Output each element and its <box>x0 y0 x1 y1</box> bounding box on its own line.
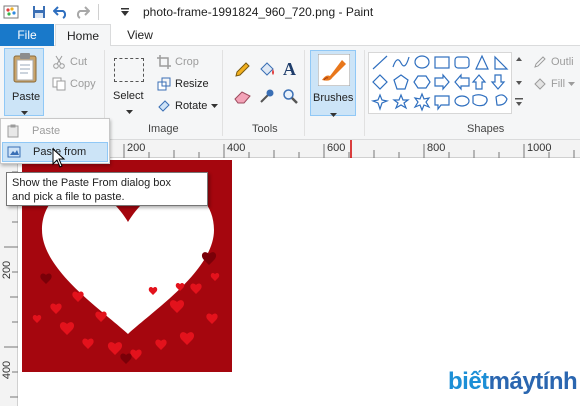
select-dropdown-arrow-icon <box>126 104 133 118</box>
group-divider <box>364 50 365 136</box>
image-group-label: Image <box>148 123 179 135</box>
rotate-icon <box>156 98 172 114</box>
tools-group-label: Tools <box>252 123 278 135</box>
fill-dropdown-arrow-icon <box>568 78 576 90</box>
brush-icon <box>317 53 351 89</box>
watermark-logo: biếtmáytính <box>448 368 578 396</box>
magnifier-icon[interactable] <box>282 88 298 107</box>
fill-button[interactable]: Fill <box>532 76 576 92</box>
ruler-label: 1000 <box>527 142 552 154</box>
resize-label: Resize <box>175 78 209 90</box>
watermark-part-1: biết <box>448 368 489 395</box>
pencil-icon[interactable] <box>234 62 250 81</box>
rotate-dropdown-arrow-icon <box>211 100 219 112</box>
copy-button[interactable]: Copy <box>51 76 96 92</box>
tab-home[interactable]: Home <box>55 24 111 47</box>
vruler-label: 200 <box>1 260 14 280</box>
crop-label: Crop <box>175 56 199 68</box>
text-tool-icon[interactable]: A <box>283 59 296 80</box>
copy-icon <box>51 76 67 92</box>
outline-button[interactable]: Outli <box>532 54 574 70</box>
paste-dropdown-arrow-icon <box>21 105 28 119</box>
group-divider <box>304 50 305 136</box>
resize-icon <box>156 76 172 92</box>
select-button[interactable]: Select <box>110 48 148 116</box>
fill-icon <box>532 76 548 92</box>
cut-button[interactable]: Cut <box>51 54 87 70</box>
outline-label: Outli <box>551 56 574 68</box>
shapes-scroll[interactable] <box>514 54 524 112</box>
copy-label: Copy <box>70 78 96 90</box>
resize-button[interactable]: Resize <box>156 76 209 92</box>
paste-menu-item[interactable]: Paste <box>2 121 108 141</box>
eraser-icon[interactable] <box>234 90 252 107</box>
brushes-button[interactable]: Brushes <box>310 50 356 117</box>
mouse-cursor-icon <box>52 147 66 171</box>
vruler-label: 400 <box>1 360 14 380</box>
select-rectangle-icon <box>114 58 144 82</box>
rotate-button[interactable]: Rotate <box>156 98 219 114</box>
color-picker-icon[interactable] <box>259 88 275 107</box>
undo-icon[interactable] <box>52 3 70 21</box>
cut-label: Cut <box>70 56 88 68</box>
clipboard-icon <box>13 53 37 86</box>
paste-label: Paste <box>12 91 41 103</box>
clipboard-small-icon <box>2 124 24 138</box>
tooltip-line-2: and pick a file to paste. <box>12 191 125 203</box>
tab-file[interactable]: File <box>0 24 54 46</box>
tooltip-line-1: Show the Paste From dialog box <box>12 177 171 189</box>
tooltip: Show the Paste From dialog box and pick … <box>6 172 208 206</box>
fill-label: Fill <box>551 78 566 90</box>
scissors-icon <box>51 54 67 70</box>
ruler-label: 400 <box>227 142 246 154</box>
group-divider <box>222 50 223 136</box>
ruler-label: 800 <box>427 142 446 154</box>
paste-from-icon <box>3 145 25 159</box>
quick-access-divider <box>98 4 99 20</box>
tab-view[interactable]: View <box>116 24 164 46</box>
save-icon[interactable] <box>30 3 48 21</box>
select-label: Select <box>113 90 144 102</box>
ribbon-tabs: File Home View <box>0 24 580 47</box>
watermark-part-2: máytính <box>488 368 578 395</box>
crop-icon <box>156 54 172 70</box>
paint-app-icon[interactable] <box>2 3 20 21</box>
brushes-label: Brushes <box>313 92 354 104</box>
shapes-gallery-icons <box>370 54 509 112</box>
title-bar: photo-frame-1991824_960_720.png - Paint <box>0 0 580 24</box>
brushes-dropdown-arrow-icon <box>330 107 337 121</box>
ruler-label: 200 <box>127 142 146 154</box>
ruler-label: 600 <box>327 142 346 154</box>
fill-bucket-icon[interactable] <box>258 61 276 82</box>
rotate-label: Rotate <box>175 100 208 112</box>
shapes-group-label: Shapes <box>467 123 505 135</box>
redo-icon[interactable] <box>73 3 91 21</box>
shapes-gallery[interactable] <box>368 52 512 114</box>
crop-button[interactable]: Crop <box>156 54 199 70</box>
customize-dropdown-icon[interactable] <box>116 3 134 21</box>
outline-icon <box>532 54 548 70</box>
window-title: photo-frame-1991824_960_720.png - Paint <box>143 5 374 19</box>
paste-button[interactable]: Paste <box>4 48 44 116</box>
paste-menu-label: Paste <box>32 125 61 137</box>
